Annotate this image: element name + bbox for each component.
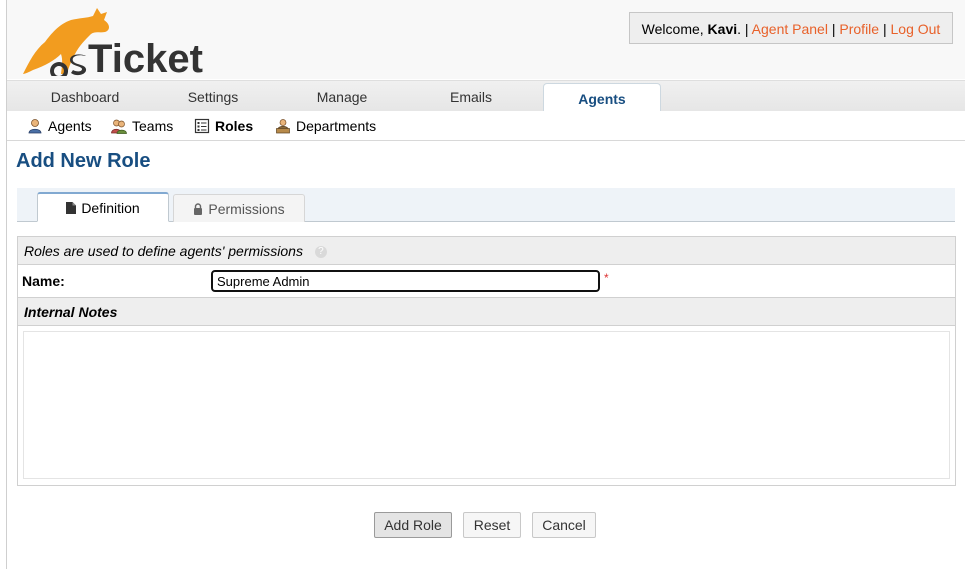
subnav-agents-label: Agents [48, 118, 92, 134]
internal-notes-editor[interactable] [23, 331, 950, 479]
sub-nav: Agents Teams Roles Departments [7, 111, 965, 141]
required-mark: * [604, 271, 609, 285]
form-tabs: Definition Permissions [17, 188, 955, 222]
reset-button[interactable]: Reset [463, 512, 521, 538]
name-label: Name: [22, 273, 65, 289]
subnav-teams-label: Teams [132, 118, 174, 134]
name-input[interactable] [211, 270, 600, 292]
tab-permissions-label: Permissions [208, 200, 285, 217]
osticket-logo[interactable]: Ticket [15, 4, 225, 76]
separator: | [831, 21, 836, 37]
separator: | [744, 21, 749, 37]
agent-icon [28, 119, 42, 134]
tab-manage[interactable]: Manage [278, 89, 406, 111]
subnav-roles[interactable]: Roles [194, 116, 253, 136]
subnav-agents[interactable]: Agents [27, 116, 92, 136]
tab-permissions[interactable]: Permissions [173, 194, 305, 222]
add-role-button[interactable]: Add Role [374, 512, 452, 538]
subnav-roles-label: Roles [215, 118, 254, 134]
page-title: Add New Role [16, 150, 151, 172]
page-frame: Ticket Welcome, Kavi. | Agent Panel | Pr… [6, 0, 965, 569]
subnav-departments-label: Departments [296, 118, 377, 134]
tab-settings[interactable]: Settings [149, 89, 277, 111]
role-form: Roles are used to define agents' permiss… [17, 236, 956, 486]
tab-emails[interactable]: Emails [407, 89, 535, 111]
tab-agents[interactable]: Agents [543, 83, 661, 114]
intro-text: Roles are used to define agents' permiss… [24, 243, 303, 259]
welcome-box: Welcome, Kavi. | Agent Panel | Profile |… [629, 12, 953, 44]
document-icon [66, 201, 77, 214]
profile-link[interactable]: Profile [839, 21, 879, 37]
departments-icon [276, 119, 290, 134]
agent-panel-link[interactable]: Agent Panel [752, 21, 828, 37]
roles-icon [194, 118, 210, 134]
logout-link[interactable]: Log Out [891, 21, 941, 37]
notes-heading: Internal Notes [24, 304, 118, 320]
lock-icon [194, 202, 203, 215]
tab-definition-label: Definition [81, 199, 140, 216]
main-nav: Dashboard Settings Manage Emails Agents [7, 80, 965, 114]
tab-definition[interactable]: Definition [37, 192, 169, 222]
subnav-teams[interactable]: Teams [111, 116, 173, 136]
user-name: Kavi [707, 21, 738, 37]
help-icon[interactable]: ? [314, 246, 327, 259]
header: Ticket Welcome, Kavi. | Agent Panel | Pr… [7, 0, 965, 79]
intro-row: Roles are used to define agents' permiss… [18, 237, 955, 265]
cancel-button[interactable]: Cancel [532, 512, 596, 538]
welcome-dot: . [737, 21, 742, 37]
welcome-prefix: Welcome, [641, 21, 704, 37]
svg-text:Ticket: Ticket [88, 37, 203, 76]
teams-icon [111, 119, 127, 134]
separator: | [882, 21, 887, 37]
subnav-departments[interactable]: Departments [275, 116, 376, 136]
tab-dashboard[interactable]: Dashboard [21, 89, 149, 111]
notes-row: Internal Notes [18, 297, 955, 326]
